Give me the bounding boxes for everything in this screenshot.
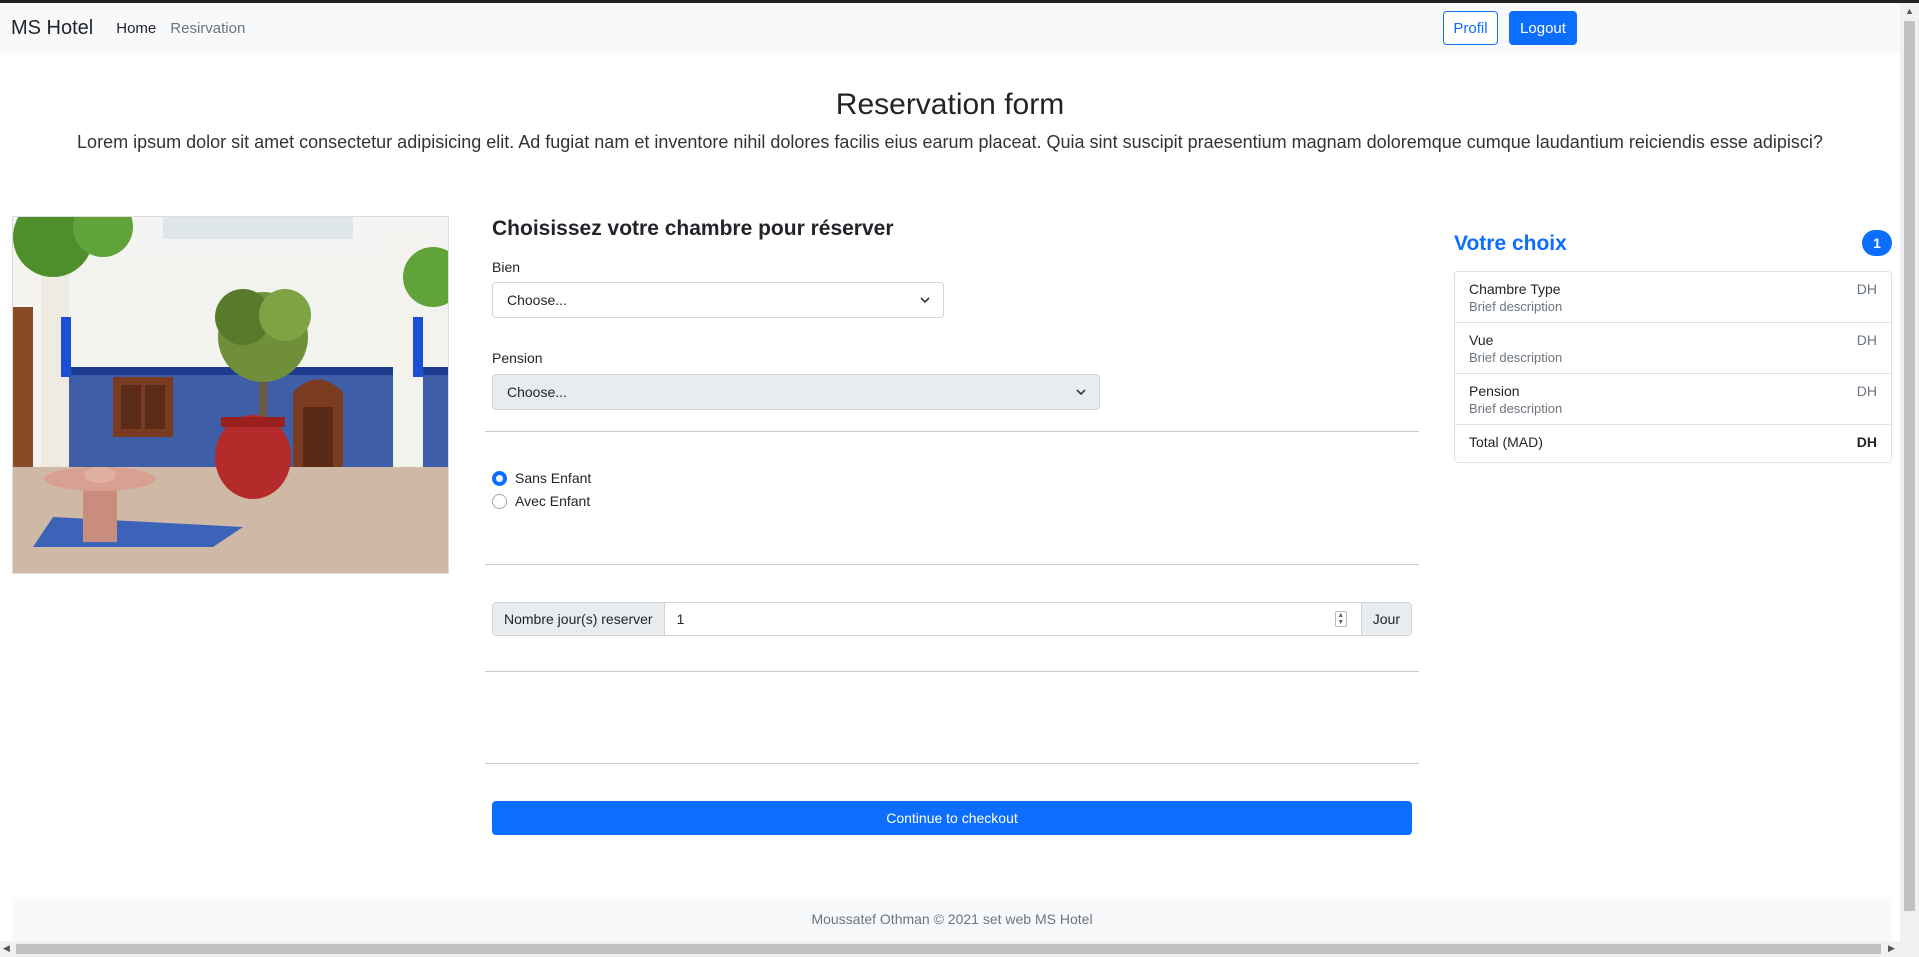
- days-input-group: Nombre jour(s) reserver 1 ▲ ▼ Jour: [492, 602, 1412, 636]
- profil-button[interactable]: Profil: [1443, 11, 1498, 45]
- horizontal-scrollbar[interactable]: ◀ ▶: [0, 941, 1900, 957]
- list-item: Chambre Type Brief description DH: [1455, 272, 1891, 323]
- page-lead: Lorem ipsum dolor sit amet consectetur a…: [77, 132, 1823, 152]
- pension-select-value: Choose...: [507, 384, 567, 400]
- radio-label: Avec Enfant: [515, 493, 591, 509]
- item-price: DH: [1856, 281, 1877, 297]
- scroll-left-icon[interactable]: ◀: [3, 943, 10, 954]
- total-label: Total (MAD): [1469, 434, 1543, 450]
- hotel-courtyard-image: [12, 216, 449, 574]
- summary-list: Chambre Type Brief description DH Vue Br…: [1454, 271, 1892, 463]
- bien-select-value: Choose...: [507, 292, 567, 308]
- checkout-button[interactable]: Continue to checkout: [492, 801, 1412, 835]
- form-heading: Choisissez votre chambre pour réserver: [492, 217, 894, 240]
- item-desc: Brief description: [1469, 401, 1563, 416]
- footer: Moussatef Othman © 2021 set web MS Hotel: [12, 897, 1892, 941]
- bien-select[interactable]: Choose...: [492, 282, 944, 318]
- radio-checked-icon[interactable]: [492, 470, 507, 486]
- navbar: MS Hotel Home Resirvation Profil Logout: [0, 3, 1900, 53]
- horizontal-scroll-thumb[interactable]: [16, 944, 1881, 954]
- chevron-down-icon: [1076, 389, 1086, 396]
- list-item: Pension Brief description DH: [1455, 374, 1891, 425]
- scroll-right-icon[interactable]: ▶: [1888, 943, 1895, 954]
- radio-avec-enfant[interactable]: Avec Enfant: [492, 493, 590, 509]
- item-title: Pension: [1469, 383, 1520, 399]
- item-price: DH: [1856, 332, 1877, 348]
- radio-label: Sans Enfant: [515, 470, 592, 486]
- days-input-value: 1: [676, 611, 685, 627]
- pension-select[interactable]: Choose...: [492, 374, 1100, 410]
- summary-count-badge: 1: [1862, 230, 1892, 256]
- chevron-down-icon: [920, 297, 930, 304]
- item-title: Vue: [1469, 332, 1494, 348]
- vertical-scrollbar[interactable]: ▲: [1900, 3, 1919, 957]
- total-value: DH: [1856, 434, 1877, 450]
- divider: [485, 671, 1419, 672]
- list-item-total: Total (MAD) DH: [1455, 425, 1891, 462]
- nav-link-reservation[interactable]: Resirvation: [170, 20, 245, 37]
- item-title: Chambre Type: [1469, 281, 1561, 297]
- item-price: DH: [1856, 383, 1877, 399]
- days-prefix: Nombre jour(s) reserver: [493, 603, 664, 635]
- radio-unchecked-icon[interactable]: [492, 493, 507, 509]
- item-desc: Brief description: [1469, 350, 1563, 365]
- scroll-up-icon[interactable]: ▲: [1905, 6, 1914, 16]
- item-desc: Brief description: [1469, 299, 1563, 314]
- brand[interactable]: MS Hotel: [11, 17, 93, 40]
- nav-link-home[interactable]: Home: [116, 20, 156, 37]
- logout-button[interactable]: Logout: [1509, 11, 1577, 45]
- bien-label: Bien: [492, 259, 521, 275]
- vertical-scroll-thumb[interactable]: [1904, 21, 1915, 911]
- divider: [485, 431, 1419, 432]
- summary-title: Votre choix: [1454, 232, 1567, 255]
- page-title: Reservation form: [835, 88, 1065, 121]
- pension-label: Pension: [492, 350, 543, 366]
- number-spinner-icon[interactable]: ▲ ▼: [1334, 611, 1347, 627]
- divider: [485, 763, 1419, 764]
- days-suffix: Jour: [1361, 603, 1411, 635]
- radio-sans-enfant[interactable]: Sans Enfant: [492, 470, 591, 486]
- days-input[interactable]: 1 ▲ ▼: [663, 603, 1362, 635]
- list-item: Vue Brief description DH: [1455, 323, 1891, 374]
- divider: [485, 564, 1419, 565]
